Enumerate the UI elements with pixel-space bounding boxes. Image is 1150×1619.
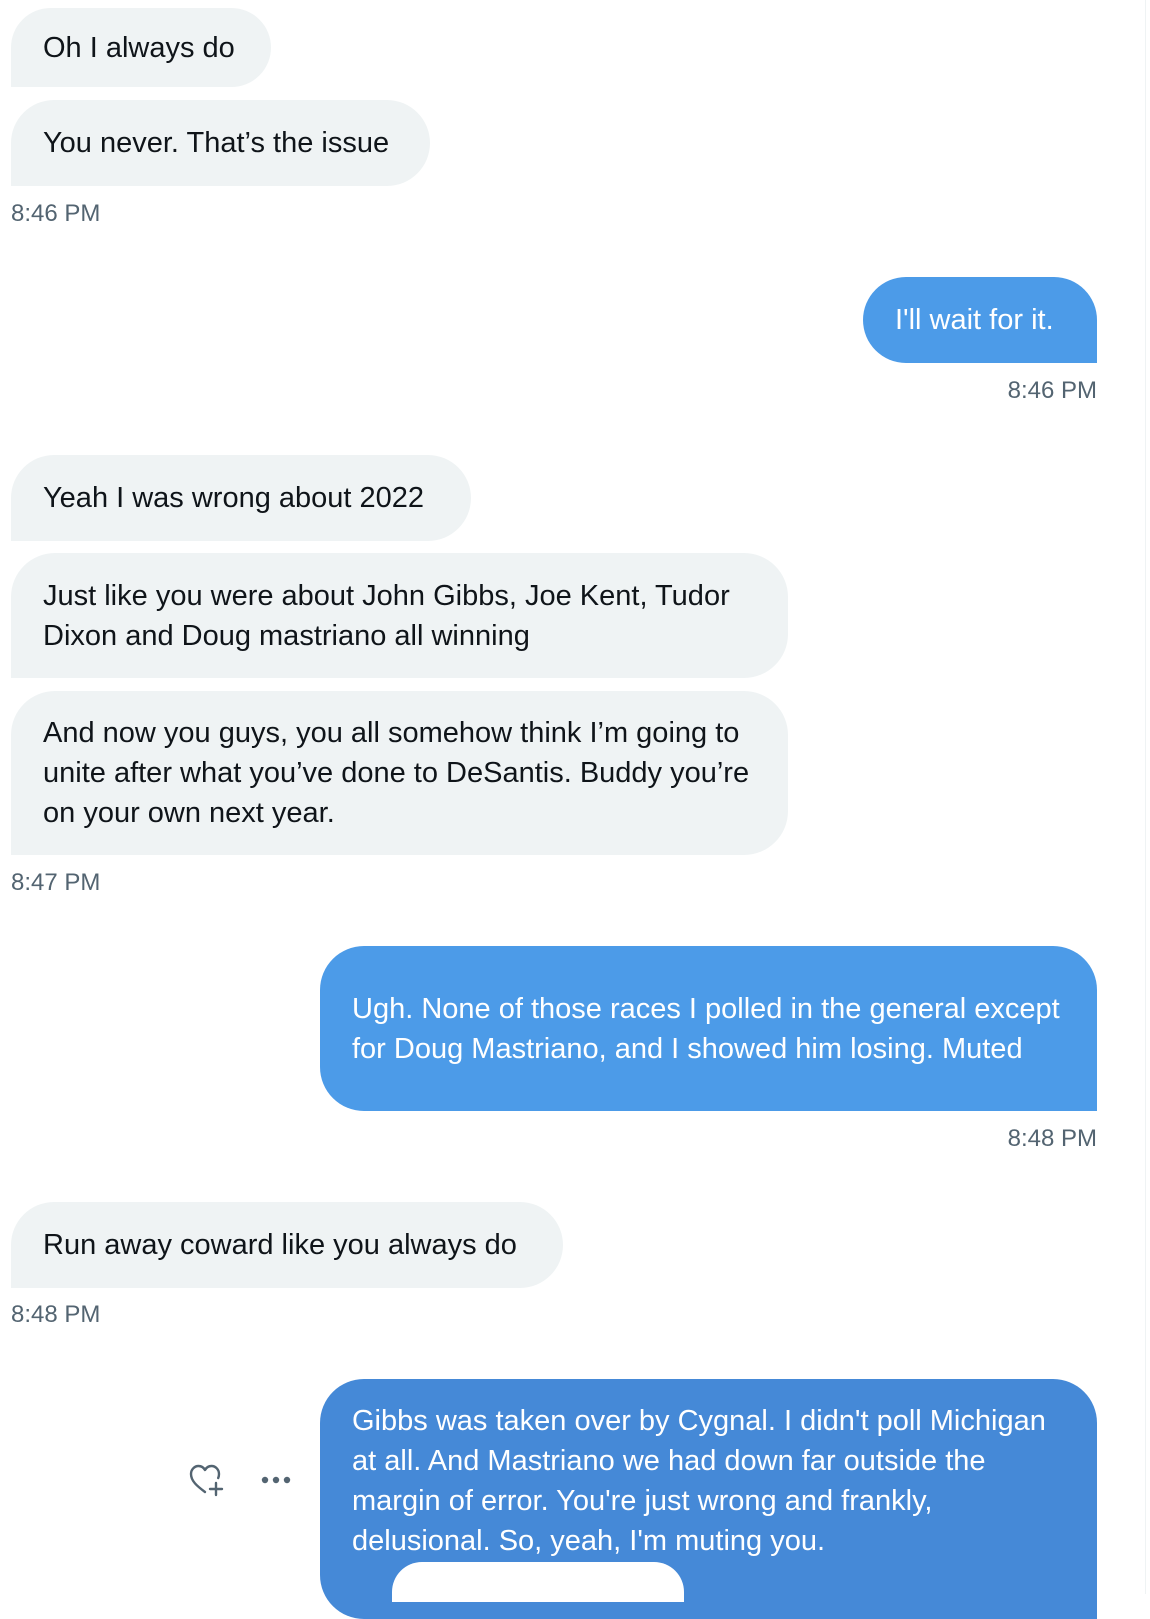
timestamp: 8:48 PM: [11, 1301, 101, 1328]
message-text: You never. That’s the issue: [43, 127, 390, 159]
message-text: Gibbs was taken over by Cygnal. I didn't…: [352, 1405, 1046, 1557]
timestamp: 8:47 PM: [11, 869, 101, 896]
message-bubble-outgoing[interactable]: I'll wait for it.: [863, 277, 1097, 363]
heart-plus-icon[interactable]: [186, 1462, 226, 1498]
timestamp: 8:48 PM: [1007, 1125, 1097, 1152]
message-bubble-incoming[interactable]: Oh I always do: [11, 8, 271, 87]
message-bubble-outgoing[interactable]: Ugh. None of those races I polled in the…: [320, 946, 1097, 1111]
message-text: And now you guys, you all somehow think …: [43, 717, 750, 829]
message-text: Yeah I was wrong about 2022: [43, 482, 425, 514]
message-text: Run away coward like you always do: [43, 1229, 517, 1261]
message-text: Ugh. None of those races I polled in the…: [352, 992, 1060, 1065]
message-text: Oh I always do: [43, 31, 235, 64]
message-bubble-incoming[interactable]: Run away coward like you always do: [11, 1202, 563, 1288]
timestamp: 8:46 PM: [1007, 377, 1097, 404]
more-horizontal-icon[interactable]: [256, 1466, 296, 1494]
message-bubble-incoming[interactable]: You never. That’s the issue: [11, 100, 430, 186]
column-divider: [1145, 0, 1146, 1594]
message-text: I'll wait for it.: [895, 304, 1054, 336]
message-bubble-incoming[interactable]: And now you guys, you all somehow think …: [11, 691, 788, 855]
timestamp: 8:46 PM: [11, 200, 101, 227]
message-text: Just like you were about John Gibbs, Joe…: [43, 579, 730, 652]
reaction-pill[interactable]: [392, 1562, 684, 1602]
message-bubble-incoming[interactable]: Yeah I was wrong about 2022: [11, 455, 471, 541]
message-bubble-incoming[interactable]: Just like you were about John Gibbs, Joe…: [11, 553, 788, 678]
